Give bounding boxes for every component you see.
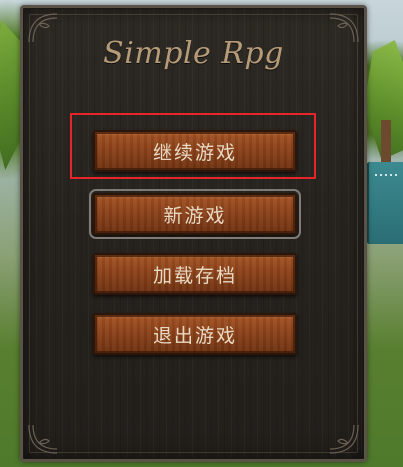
quit-game-button[interactable]: 退出游戏	[93, 313, 297, 355]
corner-ornament-icon	[326, 421, 360, 455]
new-game-button[interactable]: 新游戏	[89, 189, 301, 239]
continue-game-button[interactable]: 继续游戏	[93, 130, 297, 172]
corner-ornament-icon	[27, 421, 61, 455]
treasure-chest	[366, 162, 403, 244]
game-title: Simple Rpg	[103, 36, 284, 71]
load-save-button[interactable]: 加载存档	[93, 253, 297, 295]
main-menu-panel: Simple Rpg 继续游戏 新游戏 加载存档 退出游戏	[20, 5, 367, 462]
